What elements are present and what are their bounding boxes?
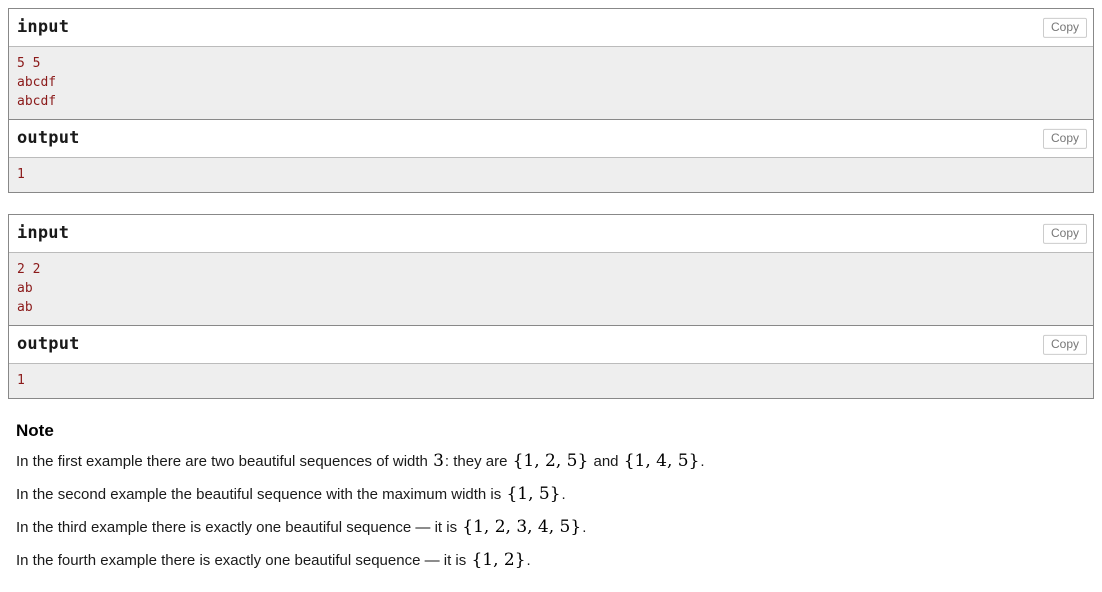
note-text: : they are xyxy=(444,453,512,470)
output-data-text[interactable]: 1 xyxy=(17,165,1085,184)
math-expression: {1, 2, 3, 4, 5} xyxy=(462,517,582,537)
math-expression: 3 xyxy=(433,451,444,471)
note-paragraph: In the first example there are two beaut… xyxy=(16,446,1090,472)
copy-output-button[interactable]: Copy xyxy=(1042,128,1087,149)
input-label: input xyxy=(17,17,70,37)
output-label: output xyxy=(17,128,80,148)
output-header: output Copy xyxy=(9,120,1093,158)
note-text: . xyxy=(582,519,587,536)
copy-input-button[interactable]: Copy xyxy=(1042,223,1087,244)
math-expression: {1, 2, 5} xyxy=(512,451,589,471)
input-header: input Copy xyxy=(9,9,1093,47)
math-expression: {1, 2} xyxy=(471,550,526,570)
note-paragraph: In the second example the beautiful sequ… xyxy=(16,472,1090,505)
output-header: output Copy xyxy=(9,326,1093,364)
math-expression: {1, 4, 5} xyxy=(623,451,700,471)
note-text: In the first example there are two beaut… xyxy=(16,453,433,470)
note-text: In the second example the beautiful sequ… xyxy=(16,486,506,503)
note-paragraph: In the fourth example there is exactly o… xyxy=(16,538,1090,571)
sample-test-block: input Copy 2 2 ab ab output Copy 1 xyxy=(8,214,1094,399)
sample-test-block: input Copy 5 5 abcdf abcdf output Copy 1 xyxy=(8,8,1094,193)
input-data-area: 5 5 abcdf abcdf xyxy=(9,47,1093,120)
output-label: output xyxy=(17,334,80,354)
note-text: In the third example there is exactly on… xyxy=(16,519,462,536)
note-text: . xyxy=(526,552,531,569)
problem-samples-page: input Copy 5 5 abcdf abcdf output Copy 1… xyxy=(0,0,1102,571)
note-paragraph: In the third example there is exactly on… xyxy=(16,505,1090,538)
note-text: In the fourth example there is exactly o… xyxy=(16,552,471,569)
note-text: and xyxy=(589,453,623,470)
note-text: . xyxy=(700,453,705,470)
output-data-area: 1 xyxy=(9,364,1093,398)
input-data-text[interactable]: 5 5 abcdf abcdf xyxy=(17,54,1085,111)
input-header: input Copy xyxy=(9,215,1093,253)
note-section: Note In the first example there are two … xyxy=(8,420,1094,571)
output-data-text[interactable]: 1 xyxy=(17,371,1085,390)
copy-output-button[interactable]: Copy xyxy=(1042,334,1087,355)
note-heading: Note xyxy=(16,421,54,440)
input-label: input xyxy=(17,223,70,243)
note-text: . xyxy=(561,486,566,503)
output-data-area: 1 xyxy=(9,158,1093,192)
input-data-area: 2 2 ab ab xyxy=(9,253,1093,326)
copy-input-button[interactable]: Copy xyxy=(1042,17,1087,38)
math-expression: {1, 5} xyxy=(506,484,561,504)
input-data-text[interactable]: 2 2 ab ab xyxy=(17,260,1085,317)
